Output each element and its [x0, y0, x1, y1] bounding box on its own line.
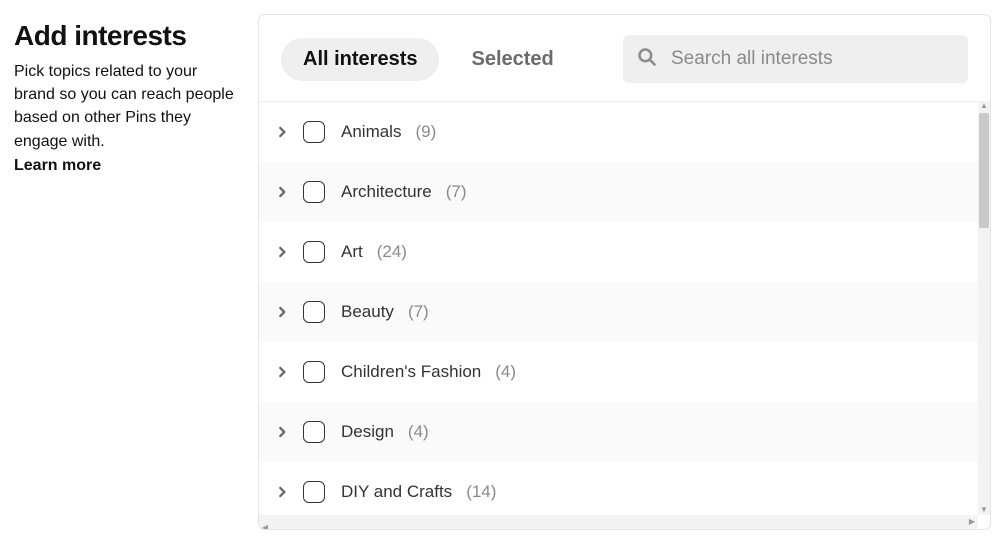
search-field[interactable] — [623, 35, 968, 83]
search-input[interactable] — [671, 48, 954, 70]
interest-row[interactable]: Beauty (7) — [259, 282, 990, 342]
tabs: All interests Selected — [281, 38, 576, 81]
vertical-scroll-thumb[interactable] — [979, 113, 989, 228]
interest-count: (9) — [415, 122, 436, 142]
interest-checkbox[interactable] — [303, 481, 325, 503]
interests-list[interactable]: Animals (9) Architecture (7) Art (24) Beauty (7… — [259, 102, 990, 515]
chevron-right-icon[interactable] — [271, 185, 293, 199]
sidebar: Add interests Pick topics related to you… — [14, 14, 234, 175]
vertical-scrollbar[interactable]: ▲ ▼ — [978, 101, 990, 515]
interests-panel: All interests Selected Animals (9) Archite… — [258, 14, 991, 530]
interest-checkbox[interactable] — [303, 181, 325, 203]
search-icon — [637, 47, 657, 72]
interest-checkbox[interactable] — [303, 241, 325, 263]
tab-selected[interactable]: Selected — [449, 38, 575, 81]
chevron-right-icon[interactable] — [271, 485, 293, 499]
scroll-left-arrow-icon[interactable]: ◀ — [259, 515, 271, 529]
chevron-right-icon[interactable] — [271, 245, 293, 259]
interest-label: Design — [341, 422, 394, 442]
interest-row[interactable]: Architecture (7) — [259, 162, 990, 222]
learn-more-link[interactable]: Learn more — [14, 157, 101, 174]
panel-header: All interests Selected — [259, 15, 990, 101]
scroll-up-arrow-icon[interactable]: ▲ — [978, 101, 990, 111]
chevron-right-icon[interactable] — [271, 125, 293, 139]
chevron-right-icon[interactable] — [271, 425, 293, 439]
page-title: Add interests — [14, 20, 234, 52]
interest-row[interactable]: Children's Fashion (4) — [259, 342, 990, 402]
scroll-right-arrow-icon[interactable]: ▶ — [966, 515, 978, 529]
interest-count: (14) — [466, 482, 496, 502]
interest-row[interactable]: Design (4) — [259, 402, 990, 462]
interest-count: (4) — [495, 362, 516, 382]
interest-checkbox[interactable] — [303, 301, 325, 323]
chevron-right-icon[interactable] — [271, 365, 293, 379]
scroll-down-arrow-icon[interactable]: ▼ — [978, 505, 990, 515]
interest-checkbox[interactable] — [303, 121, 325, 143]
interest-label: DIY and Crafts — [341, 482, 452, 502]
horizontal-scrollbar[interactable]: ◀ ▶ — [259, 515, 978, 529]
interest-count: (24) — [377, 242, 407, 262]
interest-row[interactable]: DIY and Crafts (14) — [259, 462, 990, 515]
interest-checkbox[interactable] — [303, 361, 325, 383]
tab-all-interests[interactable]: All interests — [281, 38, 439, 81]
interest-count: (4) — [408, 422, 429, 442]
interest-label: Children's Fashion — [341, 362, 481, 382]
interest-label: Beauty — [341, 302, 394, 322]
interest-count: (7) — [446, 182, 467, 202]
page-description: Pick topics related to your brand so you… — [14, 60, 234, 153]
interest-label: Art — [341, 242, 363, 262]
chevron-right-icon[interactable] — [271, 305, 293, 319]
interest-row[interactable]: Animals (9) — [259, 102, 990, 162]
interest-row[interactable]: Art (24) — [259, 222, 990, 282]
interest-count: (7) — [408, 302, 429, 322]
interest-label: Architecture — [341, 182, 432, 202]
interest-checkbox[interactable] — [303, 421, 325, 443]
interest-label: Animals — [341, 122, 401, 142]
